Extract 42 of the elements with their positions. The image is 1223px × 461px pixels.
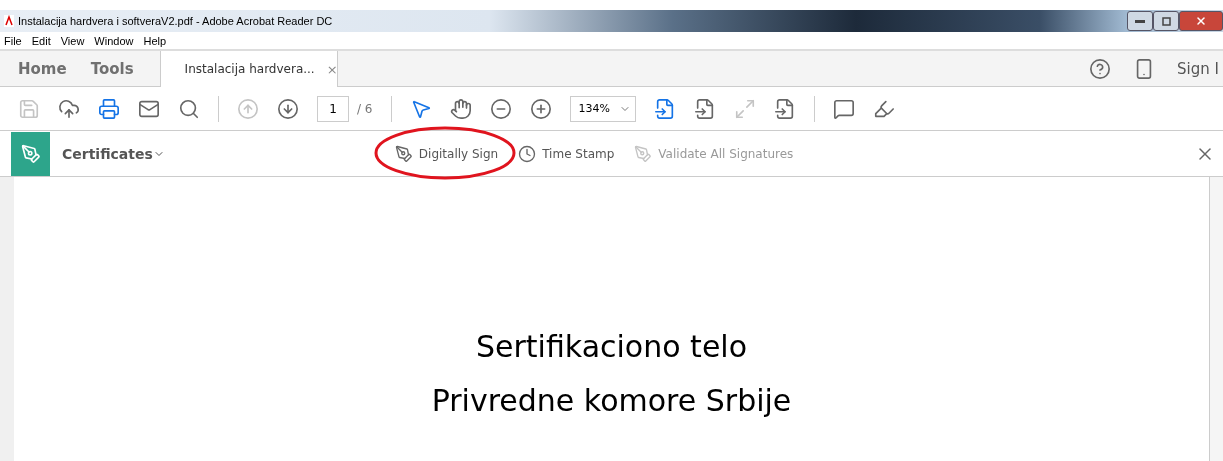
restore-button[interactable] — [1153, 11, 1179, 31]
minimize-icon — [1135, 19, 1145, 23]
document-heading: Privredne komore Srbije — [431, 382, 792, 420]
zoom-out-icon[interactable] — [489, 97, 512, 120]
print-icon[interactable] — [98, 97, 120, 120]
page-number-field[interactable]: 1 — [317, 95, 349, 122]
fit-width-icon[interactable] — [653, 97, 676, 120]
pdf-icon — [4, 15, 14, 27]
zoom-in-icon[interactable] — [529, 97, 552, 120]
pen-icon — [394, 144, 413, 163]
document-tab[interactable]: Instalacija hardvera... × — [159, 51, 338, 87]
menu-item[interactable]: Help — [143, 34, 167, 47]
menu-item[interactable]: Window — [94, 34, 134, 47]
sign-in-link[interactable]: Sign I — [1177, 59, 1219, 78]
comment-icon[interactable] — [832, 97, 855, 120]
search-icon[interactable] — [178, 97, 200, 120]
nav-tab[interactable]: Tools — [78, 51, 146, 86]
clock-icon — [518, 144, 537, 163]
restore-icon — [1161, 16, 1171, 26]
help-icon[interactable] — [1089, 57, 1112, 80]
hand-tool-icon[interactable] — [449, 97, 472, 120]
pen-icon — [634, 144, 653, 163]
zoom-dropdown[interactable]: 134% — [569, 95, 636, 122]
fit-page-icon[interactable] — [693, 97, 716, 120]
close-window-button[interactable] — [1179, 11, 1223, 31]
certificates-menu[interactable]: Certificates — [62, 145, 165, 162]
minimize-button[interactable] — [1127, 11, 1153, 31]
certificate-action[interactable]: Time Stamp — [518, 144, 615, 163]
scrollbar[interactable] — [1209, 177, 1223, 461]
tab-close[interactable]: × — [326, 61, 338, 77]
upload-icon[interactable] — [58, 97, 80, 120]
tab-label: Instalacija hardvera... — [184, 62, 315, 76]
page-count: / 6 — [357, 101, 373, 116]
window-title: Instalacija hardvera i softveraV2.pdf - Adobe Acrobat Reader DC — [18, 15, 333, 27]
menu-item[interactable]: View — [60, 34, 85, 47]
next-page-icon[interactable] — [277, 97, 299, 120]
menu-item[interactable]: Edit — [31, 34, 51, 47]
document-heading: Sertifikaciono telo — [475, 328, 748, 366]
read-mode-icon[interactable] — [773, 97, 796, 120]
nav-tab[interactable]: Home — [0, 51, 79, 86]
menu-item[interactable]: File — [4, 34, 22, 47]
close-icon — [1195, 15, 1207, 27]
